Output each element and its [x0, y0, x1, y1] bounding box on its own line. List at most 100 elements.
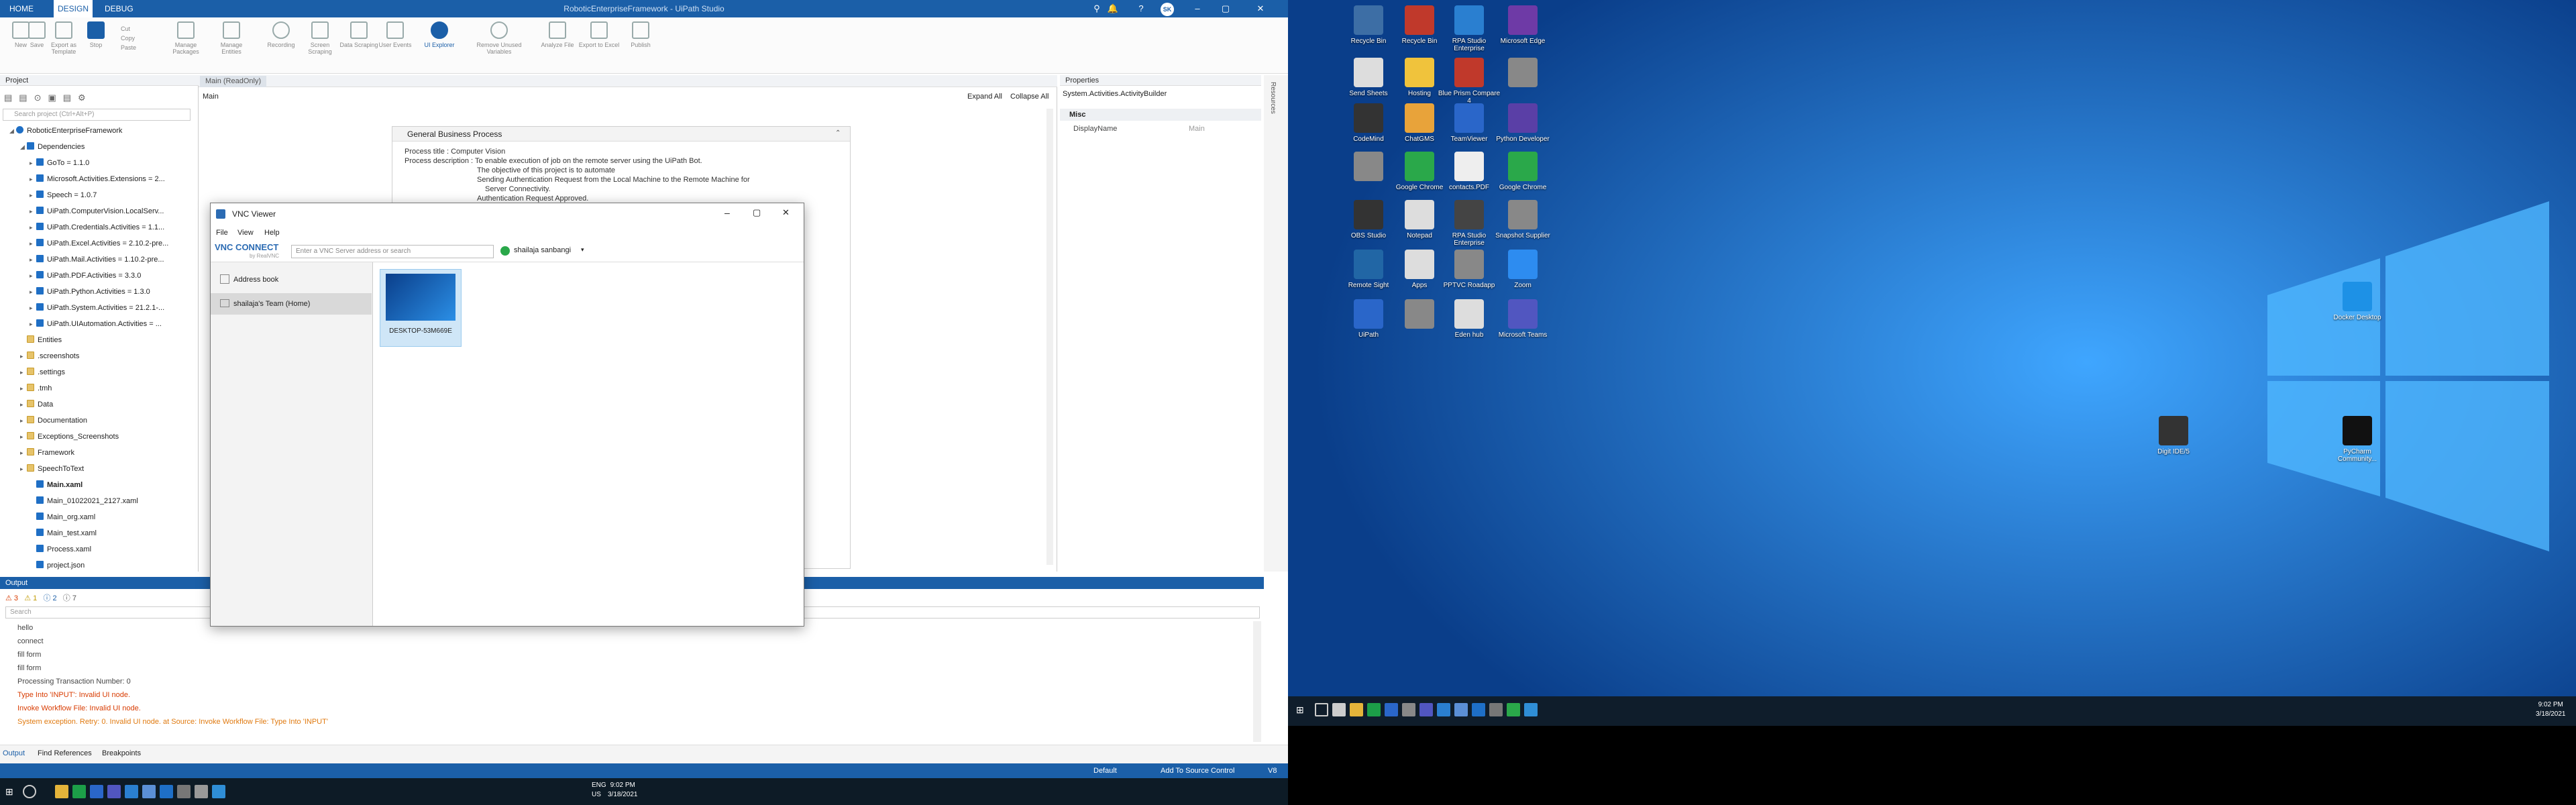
tree-folder[interactable]: Entities: [20, 333, 62, 347]
tree-file[interactable]: Main_01022021_2127.xaml: [30, 494, 138, 508]
help-icon[interactable]: ?: [1135, 3, 1147, 15]
app-icon-4[interactable]: [1489, 703, 1503, 716]
folder-icon[interactable]: [1350, 703, 1363, 716]
uipath-icon[interactable]: [1472, 703, 1485, 716]
expand-icon[interactable]: ▸: [30, 268, 36, 283]
task-view-icon[interactable]: [1315, 703, 1328, 716]
desktop-icon[interactable]: Snapshot Supplier: [1491, 200, 1555, 239]
expand-icon[interactable]: ▸: [30, 317, 36, 331]
screen-scraping-button[interactable]: Screen Scraping: [299, 21, 341, 55]
warning-filter[interactable]: ⚠ 1: [24, 594, 37, 602]
outlook-icon[interactable]: [1437, 703, 1450, 716]
desktop-icon[interactable]: [1491, 58, 1555, 90]
tree-root[interactable]: ◢ RoboticEnterpriseFramework: [9, 123, 122, 138]
vnc-taskbar-icon[interactable]: [212, 785, 225, 798]
tree-folder[interactable]: ▸ .settings: [20, 365, 65, 380]
tree-dependency[interactable]: ▸ UiPath.Excel.Activities = 2.10.2-pre...: [30, 236, 168, 251]
analyze-file-button[interactable]: Analyze File: [537, 21, 578, 48]
tree-file[interactable]: Process.xaml: [30, 542, 91, 557]
app-icon-2[interactable]: [177, 785, 191, 798]
stop-button[interactable]: Stop: [75, 21, 117, 48]
tree-dependency[interactable]: ▸ UiPath.PDF.Activities = 3.3.0: [30, 268, 141, 283]
publish-button[interactable]: Publish: [620, 21, 661, 48]
tab-design[interactable]: DESIGN: [54, 0, 93, 17]
tree-dependency[interactable]: ▸ Microsoft.Activities.Extensions = 2...: [30, 172, 165, 186]
desktop-icon[interactable]: Microsoft Edge: [1491, 5, 1555, 45]
source-control-button[interactable]: Add To Source Control: [1161, 763, 1234, 778]
expand-icon[interactable]: ▸: [30, 156, 36, 170]
excel-icon[interactable]: [1367, 703, 1381, 716]
tree-dependency[interactable]: ▸ UiPath.Credentials.Activities = 1.1...: [30, 220, 164, 235]
tree-file[interactable]: Main.xaml: [30, 478, 83, 492]
expand-icon[interactable]: ▸: [20, 413, 27, 428]
minimize-icon[interactable]: –: [1191, 3, 1203, 15]
remove-unused-variables-button[interactable]: Remove Unused Variables: [474, 21, 525, 55]
tree-folder[interactable]: ▸ Documentation: [20, 413, 87, 428]
tree-folder[interactable]: ▸ .tmh: [20, 381, 52, 396]
tree-file[interactable]: Main_org.xaml: [30, 510, 95, 525]
project-search-input[interactable]: Search project (Ctrl+Alt+P): [3, 109, 191, 121]
tree-folder[interactable]: ▸ Exceptions_Screenshots: [20, 429, 119, 444]
vnc-maximize-icon[interactable]: ▢: [753, 207, 761, 218]
tree-dependency[interactable]: ▸ UiPath.System.Activities = 21.2.1-...: [30, 301, 164, 315]
expand-icon[interactable]: ▸: [20, 397, 27, 412]
expand-icon[interactable]: ▸: [30, 252, 36, 267]
expand-icon[interactable]: ▸: [20, 381, 27, 396]
start-icon[interactable]: ⊞: [5, 785, 19, 798]
info-filter[interactable]: ⓘ 2: [43, 594, 56, 602]
outlook-icon[interactable]: [125, 785, 138, 798]
output-scrollbar[interactable]: [1253, 621, 1261, 742]
export-to-excel-button[interactable]: Export to Excel: [578, 21, 620, 48]
app-icon-3[interactable]: [195, 785, 208, 798]
manage-entities-button[interactable]: Manage Entities: [211, 21, 252, 55]
collapse-all-link[interactable]: Collapse All: [1010, 93, 1049, 101]
desktop-icon[interactable]: Python Developer: [1491, 103, 1555, 143]
vnc-user[interactable]: shailaja sanbangi: [514, 246, 571, 254]
avatar[interactable]: SK: [1161, 3, 1174, 16]
desktop-icon-docker[interactable]: Docker Desktop: [2325, 282, 2390, 321]
expand-icon[interactable]: ▸: [30, 188, 36, 203]
tree-folder[interactable]: ▸ Data: [20, 397, 53, 412]
desktop-icon-digit[interactable]: Digit IDE/5: [2141, 416, 2206, 455]
expand-icon[interactable]: ▸: [20, 349, 27, 364]
collapse-icon[interactable]: ⌃: [835, 129, 841, 137]
sidebar-item-address-book[interactable]: Address book: [211, 269, 372, 290]
vnc-search-input[interactable]: Enter a VNC Server address or search: [291, 245, 494, 258]
resources-tab[interactable]: Resources: [1269, 82, 1277, 114]
tree-dependency[interactable]: ▸ UiPath.ComputerVision.LocalServ...: [30, 204, 164, 219]
tab-debug[interactable]: DEBUG: [101, 0, 138, 17]
manage-packages-button[interactable]: Manage Packages: [165, 21, 207, 55]
app-icon-5[interactable]: [1507, 703, 1520, 716]
tree-dependency[interactable]: ▸ UiPath.Python.Activities = 1.3.0: [30, 284, 150, 299]
tab-breakpoints[interactable]: Breakpoints: [102, 749, 141, 757]
vnc-minimize-icon[interactable]: –: [724, 207, 730, 218]
clock-right[interactable]: 9:02 PM 3/18/2021: [2536, 700, 2566, 719]
folder-icon[interactable]: [55, 785, 68, 798]
desktop-icon-pycharm[interactable]: PyCharm Community...: [2325, 416, 2390, 463]
tree-dependency[interactable]: ▸ Speech = 1.0.7: [30, 188, 97, 203]
tree-dependencies[interactable]: ◢ Dependencies: [20, 140, 85, 154]
app-icon-2[interactable]: [1402, 703, 1415, 716]
search-icon[interactable]: ⚲: [1091, 3, 1103, 15]
tree-file[interactable]: Main_test.xaml: [30, 526, 97, 541]
data-scraping-button[interactable]: Data Scraping: [338, 21, 380, 48]
error-filter[interactable]: ⚠ 3: [5, 594, 18, 602]
expand-all-link[interactable]: Expand All: [967, 93, 1002, 101]
vnc-menu-help[interactable]: Help: [264, 226, 280, 239]
clock[interactable]: 9:02 PM 3/18/2021: [608, 781, 638, 800]
vnc-menu-view[interactable]: View: [237, 226, 254, 239]
recording-button[interactable]: Recording: [260, 21, 302, 48]
close-icon[interactable]: ✕: [1254, 3, 1267, 15]
tab-find-references[interactable]: Find References: [38, 749, 92, 757]
profile-selector[interactable]: Default: [1093, 763, 1117, 778]
tree-dependency[interactable]: ▸ UiPath.UIAutomation.Activities = ...: [30, 317, 162, 331]
expand-icon[interactable]: ▸: [30, 236, 36, 251]
expand-icon[interactable]: ▸: [30, 220, 36, 235]
trace-filter[interactable]: ⓘ 7: [63, 594, 76, 602]
maximize-icon[interactable]: ▢: [1220, 3, 1232, 15]
expand-icon[interactable]: ▸: [30, 204, 36, 219]
vnc-taskbar-icon[interactable]: [1524, 703, 1538, 716]
computer-tile[interactable]: DESKTOP-53M669E: [380, 269, 462, 347]
uipath-icon[interactable]: [160, 785, 173, 798]
app-icon[interactable]: [142, 785, 156, 798]
